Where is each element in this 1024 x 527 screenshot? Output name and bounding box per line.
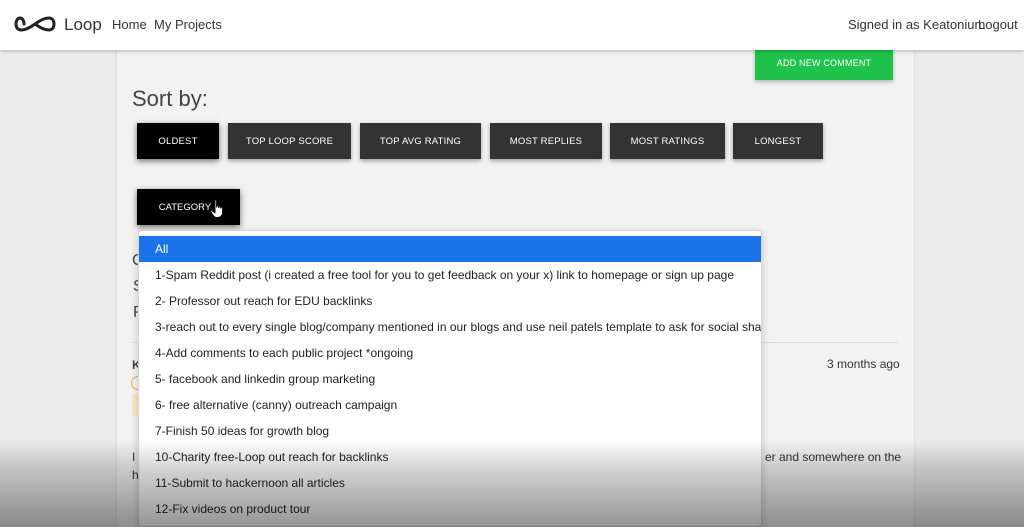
category-option[interactable]: 10-Charity free-Loop out reach for backl… (139, 444, 761, 470)
nav-my-projects-link[interactable]: My Projects (154, 17, 222, 32)
sort-top-avg-rating-button[interactable]: TOP AVG RATING (360, 123, 481, 159)
top-navbar: Loop Home My Projects Signed in as Keato… (0, 0, 1024, 50)
category-option[interactable]: 4-Add comments to each public project *o… (139, 340, 761, 366)
category-option[interactable]: 11-Submit to hackernoon all articles (139, 470, 761, 496)
category-label: CATEGORY (158, 201, 212, 213)
category-option[interactable]: 12-Fix videos on product tour (139, 496, 761, 522)
comment-timestamp: 3 months ago (827, 357, 900, 371)
category-option[interactable]: 7-Finish 50 ideas for growth blog (139, 418, 761, 444)
infinity-loop-icon[interactable] (13, 12, 57, 36)
category-option[interactable]: 3-reach out to every single blog/company… (139, 314, 761, 340)
sort-top-loop-score-button[interactable]: TOP LOOP SCORE (228, 123, 351, 159)
logout-link[interactable]: Logout (978, 17, 1018, 32)
add-new-comment-button[interactable]: ADD NEW COMMENT (755, 45, 893, 80)
category-option[interactable]: All (139, 236, 761, 262)
sort-most-replies-button[interactable]: MOST REPLIES (490, 123, 602, 159)
signed-in-label: Signed in as Keatonium (848, 17, 986, 32)
category-option[interactable]: 1-Spam Reddit post (i created a free too… (139, 262, 761, 288)
comment-text-fragment: er and somewhere on the (765, 450, 902, 464)
nav-home-link[interactable]: Home (112, 17, 147, 32)
sort-oldest-button[interactable]: OLDEST (137, 123, 219, 159)
comment-text-fragment: I (132, 450, 136, 464)
sort-most-ratings-button[interactable]: MOST RATINGS (610, 123, 725, 159)
category-option[interactable]: 2- Professor out reach for EDU backlinks (139, 288, 761, 314)
category-option[interactable]: 5- facebook and linkedin group marketing (139, 366, 761, 392)
sort-by-heading: Sort by: (132, 86, 208, 111)
hand-pointer-icon (210, 199, 224, 218)
category-dropdown-list[interactable]: All 1-Spam Reddit post (i created a free… (138, 230, 762, 527)
category-option[interactable]: 6- free alternative (canny) outreach cam… (139, 392, 761, 418)
sort-longest-button[interactable]: LONGEST (733, 123, 823, 159)
brand-name[interactable]: Loop (64, 15, 102, 35)
